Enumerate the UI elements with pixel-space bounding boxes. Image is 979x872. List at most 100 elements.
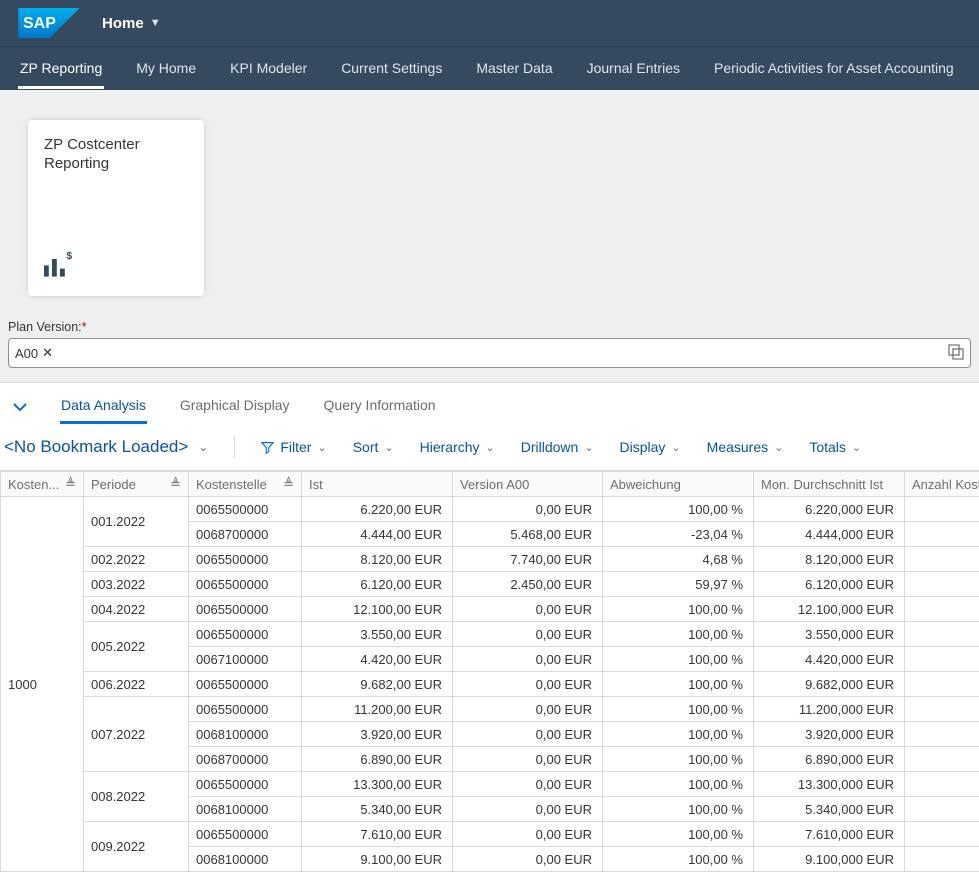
table-row[interactable]: 004.2022006550000012.100,00 EUR0,00 EUR1… (1, 597, 979, 622)
cell-version: 0,00 EUR (453, 597, 603, 622)
tile-title: ZP Costcenter Reporting (44, 136, 188, 174)
value-help-icon[interactable] (948, 344, 964, 363)
cell-anzahl (905, 497, 979, 522)
cell-mon: 6.220,000 EUR (754, 497, 905, 522)
section-tab-query-information[interactable]: Query Information (323, 393, 437, 424)
col-version[interactable]: Version A00 (453, 472, 603, 497)
collapse-section-icon[interactable] (12, 399, 28, 418)
cell-version: 0,00 EUR (453, 622, 603, 647)
nav-item-journal-entries[interactable]: Journal Entries (585, 48, 682, 89)
cell-mon: 12.100,000 EUR (754, 597, 905, 622)
plan-version-input[interactable]: A00 ✕ (8, 338, 971, 368)
section-tab-graphical-display[interactable]: Graphical Display (179, 393, 291, 424)
table-row[interactable]: 1000001.202200655000006.220,00 EUR0,00 E… (1, 497, 979, 522)
table-row[interactable]: 006.202200655000009.682,00 EUR0,00 EUR10… (1, 672, 979, 697)
table-row[interactable]: 003.202200655000006.120,00 EUR2.450,00 E… (1, 572, 979, 597)
nav-item-periodic-activities-for-asset-accounting[interactable]: Periodic Activities for Asset Accounting (712, 48, 956, 89)
bookmark-selector[interactable]: <No Bookmark Loaded> ⌄ (4, 437, 208, 457)
col-mon-durchschnitt[interactable]: Mon. Durchschnitt Ist (754, 472, 905, 497)
cell-ist: 4.444,00 EUR (302, 522, 453, 547)
table-row[interactable]: 002.202200655000008.120,00 EUR7.740,00 E… (1, 547, 979, 572)
cell-version: 0,00 EUR (453, 722, 603, 747)
col-periode[interactable]: Periode≜ (84, 472, 189, 497)
display-button[interactable]: Display⌄ (620, 439, 681, 455)
token-text: A00 (15, 346, 38, 361)
bookmark-text: <No Bookmark Loaded> (4, 437, 188, 457)
cell-kostenstelle: 0068700000 (189, 747, 302, 772)
col-kostenrechnungskreis[interactable]: Kosten...≜ (1, 472, 84, 497)
hierarchy-button[interactable]: Hierarchy⌄ (420, 439, 495, 455)
cell-mon: 6.120,000 EUR (754, 572, 905, 597)
cell-abweichung: 100,00 % (603, 672, 754, 697)
cell-ist: 5.340,00 EUR (302, 797, 453, 822)
cell-ist: 6.890,00 EUR (302, 747, 453, 772)
nav-item-master-data[interactable]: Master Data (474, 48, 554, 89)
toolbar-separator (234, 436, 235, 458)
cell-anzahl (905, 547, 979, 572)
totals-button[interactable]: Totals⌄ (809, 439, 861, 455)
cell-version: 0,00 EUR (453, 697, 603, 722)
cell-version: 0,00 EUR (453, 672, 603, 697)
cell-ist: 12.100,00 EUR (302, 597, 453, 622)
cell-abweichung: 100,00 % (603, 722, 754, 747)
cell-mon: 3.920,000 EUR (754, 722, 905, 747)
table-row[interactable]: 007.2022006550000011.200,00 EUR0,00 EUR1… (1, 697, 979, 722)
cell-abweichung: 100,00 % (603, 647, 754, 672)
cell-ist: 6.120,00 EUR (302, 572, 453, 597)
cell-kostenstelle: 0065500000 (189, 772, 302, 797)
tile-zp-costcenter-reporting[interactable]: ZP Costcenter Reporting $ (28, 120, 204, 296)
table-row[interactable]: 008.2022006550000013.300,00 EUR0,00 EUR1… (1, 772, 979, 797)
cell-ist: 4.420,00 EUR (302, 647, 453, 672)
nav-item-my-home[interactable]: My Home (134, 48, 198, 89)
sort-asc-icon: ≜ (283, 476, 294, 492)
cell-periode: 008.2022 (84, 772, 189, 822)
nav-item-current-settings[interactable]: Current Settings (339, 48, 444, 89)
col-kostenstelle[interactable]: Kostenstelle≜ (189, 472, 302, 497)
cell-periode: 003.2022 (84, 572, 189, 597)
home-label: Home (102, 15, 144, 32)
cell-anzahl (905, 672, 979, 697)
result-table: Kosten...≜ Periode≜ Kostenstelle≜ Ist Ve… (0, 471, 979, 872)
cell-periode: 004.2022 (84, 597, 189, 622)
cell-ist: 6.220,00 EUR (302, 497, 453, 522)
cell-kostenstelle: 0067100000 (189, 647, 302, 672)
cell-abweichung: 100,00 % (603, 847, 754, 872)
table-row[interactable]: 005.202200655000003.550,00 EUR0,00 EUR10… (1, 622, 979, 647)
cell-anzahl (905, 772, 979, 797)
table-row[interactable]: 009.202200655000007.610,00 EUR0,00 EUR10… (1, 822, 979, 847)
plan-version-block: Plan Version:* A00 ✕ (0, 320, 979, 382)
cell-ist: 3.920,00 EUR (302, 722, 453, 747)
svg-text:SAP: SAP (23, 15, 56, 32)
plan-version-token[interactable]: A00 ✕ (15, 345, 53, 361)
cell-ist: 7.610,00 EUR (302, 822, 453, 847)
sort-button[interactable]: Sort⌄ (353, 439, 394, 455)
col-abweichung[interactable]: Abweichung (603, 472, 754, 497)
home-menu-button[interactable]: Home ▼ (102, 15, 161, 32)
cell-kostenstelle: 0065500000 (189, 497, 302, 522)
cell-ist: 9.682,00 EUR (302, 672, 453, 697)
col-anzahl[interactable]: Anzahl Koste (905, 472, 979, 497)
cell-mon: 9.100,000 EUR (754, 847, 905, 872)
sap-logo-icon: SAP (18, 8, 80, 38)
main-nav: ZP Reporting My Home KPI Modeler Current Se… (0, 46, 979, 90)
cell-version: 7.740,00 EUR (453, 547, 603, 572)
measures-button[interactable]: Measures⌄ (707, 439, 784, 455)
cell-version: 0,00 EUR (453, 747, 603, 772)
drilldown-button[interactable]: Drilldown⌄ (521, 439, 594, 455)
cell-mon: 4.420,000 EUR (754, 647, 905, 672)
cell-ist: 9.100,00 EUR (302, 847, 453, 872)
cell-version: 0,00 EUR (453, 647, 603, 672)
cell-anzahl (905, 697, 979, 722)
cell-periode: 005.2022 (84, 622, 189, 672)
cell-version: 5.468,00 EUR (453, 522, 603, 547)
caret-down-icon: ▼ (150, 17, 161, 29)
token-remove-icon[interactable]: ✕ (42, 345, 53, 361)
section-tab-data-analysis[interactable]: Data Analysis (60, 393, 147, 424)
col-ist[interactable]: Ist (302, 472, 453, 497)
cell-anzahl (905, 597, 979, 622)
nav-item-kpi-modeler[interactable]: KPI Modeler (228, 48, 309, 89)
plan-version-label: Plan Version:* (8, 320, 971, 334)
filter-button[interactable]: Filter⌄ (261, 439, 326, 455)
nav-item-zp-reporting[interactable]: ZP Reporting (18, 48, 104, 89)
cell-anzahl (905, 847, 979, 872)
